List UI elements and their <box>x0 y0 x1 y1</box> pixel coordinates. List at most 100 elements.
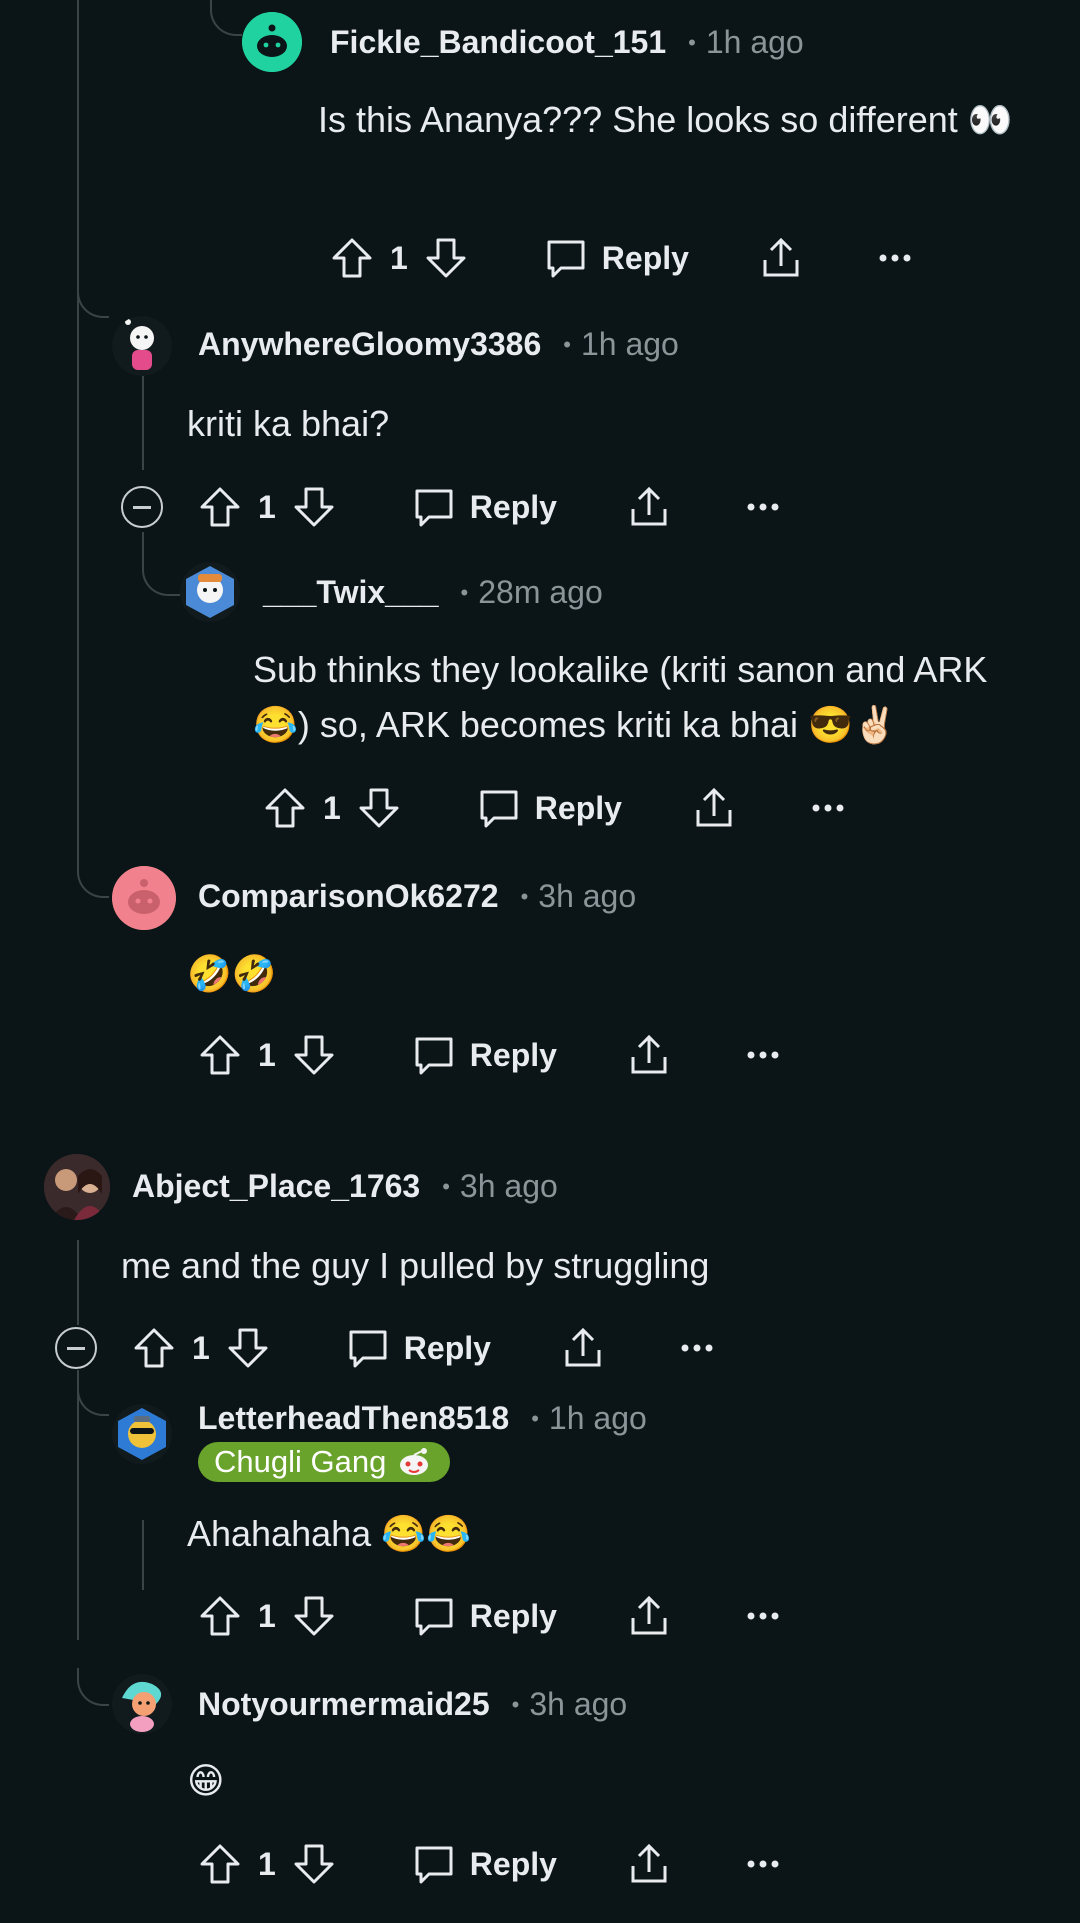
comment-author[interactable]: ComparisonOk6272 <box>198 878 499 915</box>
separator-dot: • <box>520 883 529 909</box>
separator-dot: • <box>511 1691 520 1717</box>
reply-label: Reply <box>403 1329 491 1366</box>
snoo-avatar-icon <box>112 1404 172 1464</box>
upvote-button[interactable] <box>198 1594 242 1638</box>
share-button[interactable] <box>627 1842 671 1886</box>
share-button[interactable] <box>627 1033 671 1077</box>
share-button[interactable] <box>627 1594 671 1638</box>
more-options-button[interactable] <box>806 786 850 830</box>
avatar[interactable] <box>242 12 302 72</box>
comment-author[interactable]: AnywhereGloomy3386 <box>198 326 541 363</box>
avatar[interactable] <box>180 562 240 622</box>
reply-icon <box>547 240 585 278</box>
reply-button[interactable]: Reply <box>412 1594 557 1638</box>
downvote-icon <box>294 1035 334 1075</box>
comment-author[interactable]: Fickle_Bandicoot_151 <box>330 24 666 61</box>
separator-dot: • <box>442 1173 450 1199</box>
more-options-button[interactable] <box>741 1033 785 1077</box>
share-button[interactable] <box>692 786 736 830</box>
more-options-button[interactable] <box>741 1842 785 1886</box>
downvote-button[interactable] <box>292 1033 336 1077</box>
downvote-button[interactable] <box>292 1842 336 1886</box>
upvote-icon <box>332 238 372 278</box>
comment-author[interactable]: LetterheadThen8518 <box>198 1400 509 1437</box>
reply-label: Reply <box>534 789 622 826</box>
share-button[interactable] <box>561 1326 605 1370</box>
comment-actions: 1 Reply <box>198 1586 785 1646</box>
vote-score: 1 <box>258 1845 276 1882</box>
avatar[interactable] <box>112 866 176 930</box>
more-options-button[interactable] <box>873 236 917 280</box>
upvote-button[interactable] <box>263 786 307 830</box>
upvote-icon <box>200 487 240 527</box>
share-button[interactable] <box>759 236 803 280</box>
comment-time: 3h ago <box>529 1686 628 1722</box>
comment-time: 1h ago <box>705 24 804 60</box>
user-flair: Chugli Gang <box>198 1442 451 1482</box>
reply-button[interactable]: Reply <box>412 1842 557 1886</box>
comment-time: 1h ago <box>580 326 679 362</box>
collapse-thread-button[interactable] <box>121 486 163 528</box>
avatar[interactable] <box>112 1674 172 1734</box>
thread-connector <box>142 532 182 596</box>
more-icon <box>879 254 911 262</box>
comment-text: Ahahahaha 😂😂 <box>187 1513 471 1554</box>
share-icon <box>631 1843 667 1883</box>
downvote-button[interactable] <box>292 1594 336 1638</box>
reply-button[interactable]: Reply <box>477 786 622 830</box>
reply-icon <box>415 1598 453 1636</box>
reply-button[interactable]: Reply <box>346 1326 491 1370</box>
comment-author[interactable]: ___Twix___ <box>263 574 439 611</box>
upvote-icon <box>200 1844 240 1884</box>
reply-label: Reply <box>469 1036 557 1073</box>
vote-score: 1 <box>258 488 276 525</box>
thread-line <box>77 1240 79 1325</box>
reply-button[interactable]: Reply <box>544 236 689 280</box>
comment-text: me and the guy I pulled by struggling <box>121 1245 710 1286</box>
share-icon <box>631 486 667 526</box>
share-icon <box>565 1327 601 1367</box>
reply-button[interactable]: Reply <box>412 1033 557 1077</box>
more-options-button[interactable] <box>741 1594 785 1638</box>
vote-score: 1 <box>258 1597 276 1634</box>
upvote-button[interactable] <box>330 236 374 280</box>
user-flair-label: Chugli Gang <box>214 1444 387 1479</box>
comment-text: 😁 <box>187 1761 225 1802</box>
avatar[interactable] <box>112 316 172 376</box>
more-icon <box>747 1612 779 1620</box>
upvote-icon <box>134 1328 174 1368</box>
reply-label: Reply <box>469 488 557 525</box>
collapse-thread-button[interactable] <box>55 1327 97 1369</box>
reply-label: Reply <box>601 239 689 276</box>
avatar[interactable] <box>44 1154 110 1220</box>
more-options-button[interactable] <box>741 485 785 529</box>
upvote-button[interactable] <box>132 1326 176 1370</box>
comment-author[interactable]: Abject_Place_1763 <box>132 1168 420 1205</box>
vote-score: 1 <box>323 789 341 826</box>
share-button[interactable] <box>627 485 671 529</box>
comment-author[interactable]: Notyourmermaid25 <box>198 1686 490 1723</box>
downvote-button[interactable] <box>292 485 336 529</box>
comment-text: Sub thinks they lookalike (kriti sanon a… <box>253 649 988 745</box>
reply-icon <box>349 1330 387 1368</box>
thread-connector <box>210 0 242 36</box>
downvote-button[interactable] <box>226 1326 270 1370</box>
downvote-button[interactable] <box>357 786 401 830</box>
reply-button[interactable]: Reply <box>412 485 557 529</box>
snoo-avatar-icon <box>180 562 240 622</box>
snoo-avatar-icon <box>112 1674 172 1734</box>
share-icon <box>696 787 732 827</box>
downvote-button[interactable] <box>424 236 468 280</box>
upvote-button[interactable] <box>198 1842 242 1886</box>
upvote-button[interactable] <box>198 485 242 529</box>
downvote-icon <box>294 1596 334 1636</box>
comment-actions: 1 Reply <box>263 778 850 838</box>
thread-connector <box>77 280 109 318</box>
more-options-button[interactable] <box>675 1326 719 1370</box>
share-icon <box>631 1034 667 1074</box>
upvote-button[interactable] <box>198 1033 242 1077</box>
thread-line <box>142 1520 144 1590</box>
comment-actions: 1 Reply <box>198 477 785 537</box>
avatar[interactable] <box>112 1404 172 1464</box>
downvote-icon <box>294 1844 334 1884</box>
